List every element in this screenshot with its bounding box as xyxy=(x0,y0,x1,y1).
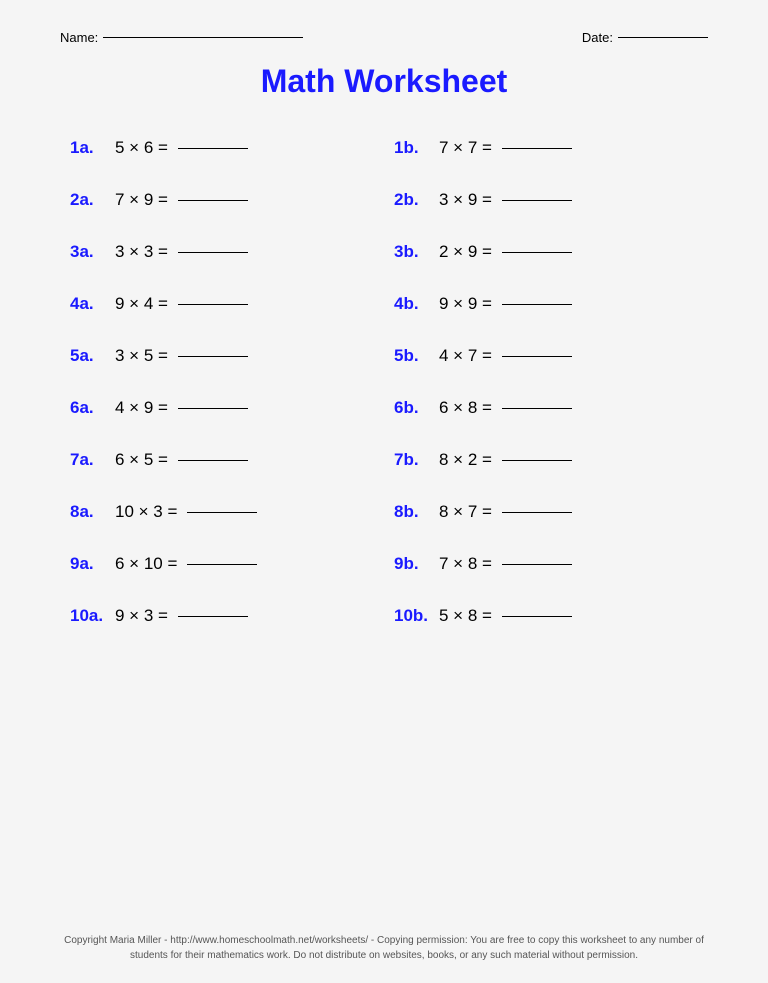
answer-line xyxy=(502,460,572,461)
problem-label: 8b. xyxy=(394,502,439,522)
answer-line xyxy=(178,252,248,253)
problem-label: 9a. xyxy=(70,554,115,574)
problem-row: 7a. 6 × 5 = xyxy=(60,434,384,486)
answer-line xyxy=(502,252,572,253)
problem-row: 4a. 9 × 4 = xyxy=(60,278,384,330)
problem-label: 10a. xyxy=(70,606,115,626)
answer-line xyxy=(502,356,572,357)
footer-text: Copyright Maria Miller - http://www.home… xyxy=(60,933,708,963)
date-label: Date: xyxy=(582,30,613,45)
answer-line xyxy=(178,408,248,409)
problem-equation: 3 × 5 = xyxy=(115,346,248,366)
problem-row: 9a. 6 × 10 = xyxy=(60,538,384,590)
name-field: Name: xyxy=(60,30,303,45)
problem-equation: 4 × 7 = xyxy=(439,346,572,366)
problem-label: 2a. xyxy=(70,190,115,210)
problem-equation: 10 × 3 = xyxy=(115,502,257,522)
problem-row: 5a. 3 × 5 = xyxy=(60,330,384,382)
problem-row: 6a. 4 × 9 = xyxy=(60,382,384,434)
answer-line xyxy=(187,564,257,565)
answer-line xyxy=(178,200,248,201)
page-title: Math Worksheet xyxy=(60,63,708,100)
problem-equation: 3 × 9 = xyxy=(439,190,572,210)
problem-label: 6b. xyxy=(394,398,439,418)
problem-row: 2a. 7 × 9 = xyxy=(60,174,384,226)
problem-row: 9b. 7 × 8 = xyxy=(384,538,708,590)
problem-equation: 3 × 3 = xyxy=(115,242,248,262)
problem-row: 4b. 9 × 9 = xyxy=(384,278,708,330)
problem-label: 3b. xyxy=(394,242,439,262)
problem-row: 10a. 9 × 3 = xyxy=(60,590,384,642)
problem-equation: 9 × 3 = xyxy=(115,606,248,626)
problem-equation: 6 × 8 = xyxy=(439,398,572,418)
problem-label: 5a. xyxy=(70,346,115,366)
answer-line xyxy=(502,408,572,409)
problem-equation: 9 × 9 = xyxy=(439,294,572,314)
answer-line xyxy=(502,200,572,201)
problem-row: 8b. 8 × 7 = xyxy=(384,486,708,538)
problem-row: 1b. 7 × 7 = xyxy=(384,122,708,174)
answer-line xyxy=(187,512,257,513)
problem-label: 1b. xyxy=(394,138,439,158)
problem-equation: 6 × 10 = xyxy=(115,554,257,574)
problem-equation: 8 × 7 = xyxy=(439,502,572,522)
problem-label: 4b. xyxy=(394,294,439,314)
problem-row: 6b. 6 × 8 = xyxy=(384,382,708,434)
problem-label: 7b. xyxy=(394,450,439,470)
name-label: Name: xyxy=(60,30,98,45)
date-underline xyxy=(618,37,708,38)
answer-line xyxy=(502,148,572,149)
problem-equation: 6 × 5 = xyxy=(115,450,248,470)
answer-line xyxy=(502,616,572,617)
answer-line xyxy=(502,564,572,565)
problem-label: 6a. xyxy=(70,398,115,418)
name-underline xyxy=(103,37,303,38)
problem-label: 5b. xyxy=(394,346,439,366)
problem-label: 1a. xyxy=(70,138,115,158)
problem-row: 8a. 10 × 3 = xyxy=(60,486,384,538)
problem-label: 10b. xyxy=(394,606,439,626)
problem-equation: 7 × 9 = xyxy=(115,190,248,210)
problem-row: 7b. 8 × 2 = xyxy=(384,434,708,486)
problem-row: 3b. 2 × 9 = xyxy=(384,226,708,278)
problem-row: 10b. 5 × 8 = xyxy=(384,590,708,642)
answer-line xyxy=(178,304,248,305)
problem-equation: 9 × 4 = xyxy=(115,294,248,314)
problem-row: 2b. 3 × 9 = xyxy=(384,174,708,226)
problem-label: 4a. xyxy=(70,294,115,314)
problem-equation: 8 × 2 = xyxy=(439,450,572,470)
problem-equation: 7 × 7 = xyxy=(439,138,572,158)
problems-grid: 1a. 5 × 6 = 1b. 7 × 7 = 2a. 7 × 9 = 2b. … xyxy=(60,122,708,642)
problem-equation: 2 × 9 = xyxy=(439,242,572,262)
answer-line xyxy=(178,356,248,357)
answer-line xyxy=(502,512,572,513)
problem-label: 7a. xyxy=(70,450,115,470)
answer-line xyxy=(178,148,248,149)
problem-row: 5b. 4 × 7 = xyxy=(384,330,708,382)
problem-row: 1a. 5 × 6 = xyxy=(60,122,384,174)
problem-equation: 5 × 6 = xyxy=(115,138,248,158)
answer-line xyxy=(178,616,248,617)
date-field: Date: xyxy=(582,30,708,45)
answer-line xyxy=(178,460,248,461)
problem-label: 2b. xyxy=(394,190,439,210)
header: Name: Date: xyxy=(60,30,708,45)
answer-line xyxy=(502,304,572,305)
problem-equation: 7 × 8 = xyxy=(439,554,572,574)
problem-equation: 4 × 9 = xyxy=(115,398,248,418)
problem-label: 8a. xyxy=(70,502,115,522)
problem-equation: 5 × 8 = xyxy=(439,606,572,626)
problem-row: 3a. 3 × 3 = xyxy=(60,226,384,278)
worksheet: Name: Date: Math Worksheet 1a. 5 × 6 = 1… xyxy=(0,0,768,983)
problem-label: 9b. xyxy=(394,554,439,574)
problem-label: 3a. xyxy=(70,242,115,262)
